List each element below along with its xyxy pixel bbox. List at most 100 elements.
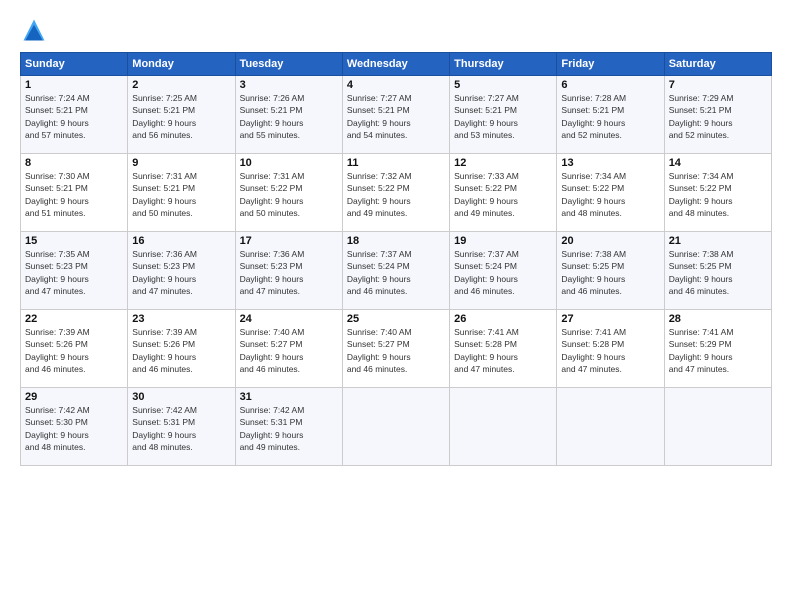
day-number: 11: [347, 157, 445, 169]
day-number: 23: [132, 313, 230, 325]
day-number: 1: [25, 79, 123, 91]
logo: [20, 16, 52, 44]
day-info: Sunrise: 7:34 AM Sunset: 5:22 PM Dayligh…: [561, 170, 659, 219]
calendar-cell: 31 Sunrise: 7:42 AM Sunset: 5:31 PM Dayl…: [235, 388, 342, 466]
day-number: 31: [240, 391, 338, 403]
day-number: 25: [347, 313, 445, 325]
weekday-header-monday: Monday: [128, 53, 235, 76]
calendar-cell: 3 Sunrise: 7:26 AM Sunset: 5:21 PM Dayli…: [235, 76, 342, 154]
calendar-cell: [664, 388, 771, 466]
day-info: Sunrise: 7:36 AM Sunset: 5:23 PM Dayligh…: [240, 248, 338, 297]
day-info: Sunrise: 7:41 AM Sunset: 5:28 PM Dayligh…: [454, 326, 552, 375]
day-info: Sunrise: 7:33 AM Sunset: 5:22 PM Dayligh…: [454, 170, 552, 219]
day-number: 18: [347, 235, 445, 247]
day-number: 29: [25, 391, 123, 403]
calendar-cell: 11 Sunrise: 7:32 AM Sunset: 5:22 PM Dayl…: [342, 154, 449, 232]
day-info: Sunrise: 7:27 AM Sunset: 5:21 PM Dayligh…: [454, 92, 552, 141]
day-number: 14: [669, 157, 767, 169]
weekday-header-thursday: Thursday: [450, 53, 557, 76]
day-info: Sunrise: 7:42 AM Sunset: 5:31 PM Dayligh…: [132, 404, 230, 453]
day-number: 27: [561, 313, 659, 325]
day-number: 19: [454, 235, 552, 247]
calendar-week-row: 8 Sunrise: 7:30 AM Sunset: 5:21 PM Dayli…: [21, 154, 772, 232]
day-number: 28: [669, 313, 767, 325]
calendar-week-row: 29 Sunrise: 7:42 AM Sunset: 5:30 PM Dayl…: [21, 388, 772, 466]
calendar-cell: 9 Sunrise: 7:31 AM Sunset: 5:21 PM Dayli…: [128, 154, 235, 232]
weekday-header-tuesday: Tuesday: [235, 53, 342, 76]
logo-icon: [20, 16, 48, 44]
calendar-cell: 29 Sunrise: 7:42 AM Sunset: 5:30 PM Dayl…: [21, 388, 128, 466]
calendar-cell: 27 Sunrise: 7:41 AM Sunset: 5:28 PM Dayl…: [557, 310, 664, 388]
calendar-cell: 25 Sunrise: 7:40 AM Sunset: 5:27 PM Dayl…: [342, 310, 449, 388]
day-number: 21: [669, 235, 767, 247]
calendar-cell: 1 Sunrise: 7:24 AM Sunset: 5:21 PM Dayli…: [21, 76, 128, 154]
day-number: 17: [240, 235, 338, 247]
day-number: 15: [25, 235, 123, 247]
calendar-cell: 18 Sunrise: 7:37 AM Sunset: 5:24 PM Dayl…: [342, 232, 449, 310]
calendar-cell: 21 Sunrise: 7:38 AM Sunset: 5:25 PM Dayl…: [664, 232, 771, 310]
day-number: 3: [240, 79, 338, 91]
weekday-header-saturday: Saturday: [664, 53, 771, 76]
day-info: Sunrise: 7:41 AM Sunset: 5:29 PM Dayligh…: [669, 326, 767, 375]
day-number: 12: [454, 157, 552, 169]
day-number: 8: [25, 157, 123, 169]
day-info: Sunrise: 7:37 AM Sunset: 5:24 PM Dayligh…: [347, 248, 445, 297]
calendar-cell: [342, 388, 449, 466]
calendar-table: SundayMondayTuesdayWednesdayThursdayFrid…: [20, 52, 772, 466]
calendar-cell: 30 Sunrise: 7:42 AM Sunset: 5:31 PM Dayl…: [128, 388, 235, 466]
day-info: Sunrise: 7:32 AM Sunset: 5:22 PM Dayligh…: [347, 170, 445, 219]
day-info: Sunrise: 7:36 AM Sunset: 5:23 PM Dayligh…: [132, 248, 230, 297]
calendar-cell: 4 Sunrise: 7:27 AM Sunset: 5:21 PM Dayli…: [342, 76, 449, 154]
calendar-cell: 6 Sunrise: 7:28 AM Sunset: 5:21 PM Dayli…: [557, 76, 664, 154]
day-number: 22: [25, 313, 123, 325]
day-number: 10: [240, 157, 338, 169]
day-number: 7: [669, 79, 767, 91]
calendar-week-row: 15 Sunrise: 7:35 AM Sunset: 5:23 PM Dayl…: [21, 232, 772, 310]
day-info: Sunrise: 7:38 AM Sunset: 5:25 PM Dayligh…: [669, 248, 767, 297]
calendar-cell: 23 Sunrise: 7:39 AM Sunset: 5:26 PM Dayl…: [128, 310, 235, 388]
weekday-header-sunday: Sunday: [21, 53, 128, 76]
day-number: 13: [561, 157, 659, 169]
day-info: Sunrise: 7:31 AM Sunset: 5:21 PM Dayligh…: [132, 170, 230, 219]
day-number: 9: [132, 157, 230, 169]
day-number: 30: [132, 391, 230, 403]
day-info: Sunrise: 7:34 AM Sunset: 5:22 PM Dayligh…: [669, 170, 767, 219]
calendar-cell: 24 Sunrise: 7:40 AM Sunset: 5:27 PM Dayl…: [235, 310, 342, 388]
day-info: Sunrise: 7:42 AM Sunset: 5:30 PM Dayligh…: [25, 404, 123, 453]
calendar-cell: 26 Sunrise: 7:41 AM Sunset: 5:28 PM Dayl…: [450, 310, 557, 388]
day-info: Sunrise: 7:25 AM Sunset: 5:21 PM Dayligh…: [132, 92, 230, 141]
day-info: Sunrise: 7:30 AM Sunset: 5:21 PM Dayligh…: [25, 170, 123, 219]
calendar-cell: [450, 388, 557, 466]
calendar-cell: 12 Sunrise: 7:33 AM Sunset: 5:22 PM Dayl…: [450, 154, 557, 232]
day-number: 26: [454, 313, 552, 325]
weekday-header-wednesday: Wednesday: [342, 53, 449, 76]
day-info: Sunrise: 7:38 AM Sunset: 5:25 PM Dayligh…: [561, 248, 659, 297]
calendar-cell: 20 Sunrise: 7:38 AM Sunset: 5:25 PM Dayl…: [557, 232, 664, 310]
day-number: 5: [454, 79, 552, 91]
calendar-cell: 14 Sunrise: 7:34 AM Sunset: 5:22 PM Dayl…: [664, 154, 771, 232]
day-info: Sunrise: 7:37 AM Sunset: 5:24 PM Dayligh…: [454, 248, 552, 297]
weekday-header-friday: Friday: [557, 53, 664, 76]
day-info: Sunrise: 7:29 AM Sunset: 5:21 PM Dayligh…: [669, 92, 767, 141]
calendar-cell: 16 Sunrise: 7:36 AM Sunset: 5:23 PM Dayl…: [128, 232, 235, 310]
day-info: Sunrise: 7:39 AM Sunset: 5:26 PM Dayligh…: [25, 326, 123, 375]
day-info: Sunrise: 7:40 AM Sunset: 5:27 PM Dayligh…: [347, 326, 445, 375]
calendar-cell: 2 Sunrise: 7:25 AM Sunset: 5:21 PM Dayli…: [128, 76, 235, 154]
calendar-cell: 5 Sunrise: 7:27 AM Sunset: 5:21 PM Dayli…: [450, 76, 557, 154]
calendar-cell: [557, 388, 664, 466]
calendar-cell: 28 Sunrise: 7:41 AM Sunset: 5:29 PM Dayl…: [664, 310, 771, 388]
day-info: Sunrise: 7:42 AM Sunset: 5:31 PM Dayligh…: [240, 404, 338, 453]
calendar-cell: 19 Sunrise: 7:37 AM Sunset: 5:24 PM Dayl…: [450, 232, 557, 310]
calendar-week-row: 22 Sunrise: 7:39 AM Sunset: 5:26 PM Dayl…: [21, 310, 772, 388]
calendar-cell: 15 Sunrise: 7:35 AM Sunset: 5:23 PM Dayl…: [21, 232, 128, 310]
day-info: Sunrise: 7:31 AM Sunset: 5:22 PM Dayligh…: [240, 170, 338, 219]
day-info: Sunrise: 7:27 AM Sunset: 5:21 PM Dayligh…: [347, 92, 445, 141]
calendar-cell: 17 Sunrise: 7:36 AM Sunset: 5:23 PM Dayl…: [235, 232, 342, 310]
calendar-week-row: 1 Sunrise: 7:24 AM Sunset: 5:21 PM Dayli…: [21, 76, 772, 154]
calendar-cell: 10 Sunrise: 7:31 AM Sunset: 5:22 PM Dayl…: [235, 154, 342, 232]
day-number: 24: [240, 313, 338, 325]
header: [20, 16, 772, 44]
calendar-cell: 8 Sunrise: 7:30 AM Sunset: 5:21 PM Dayli…: [21, 154, 128, 232]
day-info: Sunrise: 7:41 AM Sunset: 5:28 PM Dayligh…: [561, 326, 659, 375]
day-number: 2: [132, 79, 230, 91]
